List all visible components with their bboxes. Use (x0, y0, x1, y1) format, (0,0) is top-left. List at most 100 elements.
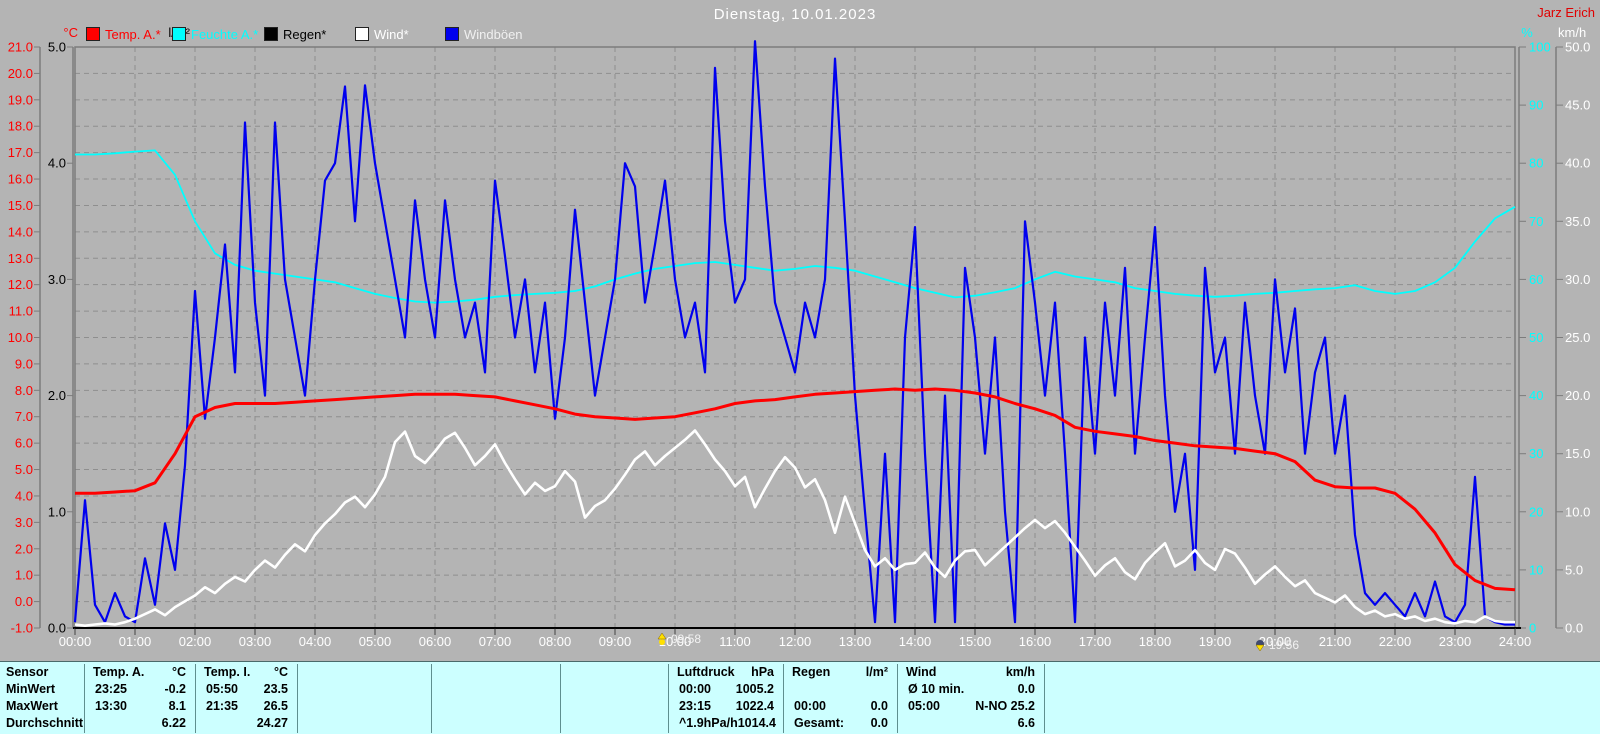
table-row (561, 681, 669, 698)
time-axis-tick-label: 23:00 (1439, 634, 1472, 649)
sun-up-icon (656, 633, 668, 645)
table-column-empty1 (297, 664, 432, 733)
time-axis-tick-label: 12:00 (779, 634, 812, 649)
temp-axis-tick-label: 18.0 (8, 119, 33, 134)
table-cell-value: 0.0 (1018, 681, 1045, 698)
table-row-label: MaxWert (0, 698, 58, 715)
time-axis-tick-label: 02:00 (179, 634, 212, 649)
legend-swatch-gusts (445, 27, 459, 41)
table-cell-value: 0.0 (871, 715, 898, 732)
table-cell-time: 00:00 (669, 681, 711, 698)
wind-axis-tick-label: 30.0 (1565, 272, 1590, 287)
table-cell-time (561, 715, 571, 732)
legend-label-gusts: Windböen (464, 27, 523, 42)
time-axis-tick-label: 14:00 (899, 634, 932, 649)
table-cell-time (298, 698, 308, 715)
table-cell-value: 1014.4 (738, 715, 784, 732)
table-cell-value: 1005.2 (736, 681, 784, 698)
table-row (1045, 715, 1600, 732)
table-cell-value: 6.6 (1018, 715, 1045, 732)
table-column-unit: °C (274, 664, 298, 681)
temp-axis-tick-label: 8.0 (15, 383, 33, 398)
table-row: 6.6 (898, 715, 1045, 732)
wind-axis-tick-label: 20.0 (1565, 388, 1590, 403)
table-cell-time (298, 715, 308, 732)
table-cell-time: 21:35 (196, 698, 238, 715)
humidity-axis-tick-label: 60 (1529, 272, 1543, 287)
legend-item-wind: Wind* (355, 27, 409, 41)
wind-axis-tick-label: 40.0 (1565, 156, 1590, 171)
table-row (1045, 698, 1600, 715)
table-column-regen: Regenl/m²00:000.0Gesamt:0.0 (783, 664, 898, 733)
station-name: Jarz Erich (1537, 5, 1595, 20)
humidity-axis-tick-label: 90 (1529, 98, 1543, 113)
humidity-axis-tick-label: 10 (1529, 562, 1543, 577)
table-column-temp_a: Temp. A.°C23:25-0.213:308.16.22 (84, 664, 196, 733)
time-axis-tick-label: 09:00 (599, 634, 632, 649)
temp-axis-tick-label: 11.0 (9, 304, 33, 319)
table-row: Ø 10 min.0.0 (898, 681, 1045, 698)
table-column-header: Regen (784, 664, 830, 681)
temp-axis-tick-label: 2.0 (15, 541, 33, 556)
table-cell-time (561, 698, 571, 715)
time-axis-tick-label: 00:00 (59, 634, 92, 649)
table-cell-value: 8.1 (169, 698, 196, 715)
stats-table: SensorMinWertMaxWertDurchschnittTemp. A.… (0, 661, 1600, 734)
rain-axis-tick-label: 3.0 (48, 272, 66, 287)
humidity-axis-unit-label: % (1514, 25, 1540, 40)
time-axis-tick-label: 08:00 (539, 634, 572, 649)
temp-axis-tick-label: -1.0 (11, 621, 33, 636)
legend-item-gusts: Windböen (445, 27, 523, 41)
time-axis-tick-label: 05:00 (359, 634, 392, 649)
table-cell-value: -0.2 (164, 681, 196, 698)
table-cell-value: 24.27 (257, 715, 298, 732)
table-cell-time (85, 715, 95, 732)
table-column-header: Temp. A. (85, 664, 144, 681)
time-axis-tick-label: 18:00 (1139, 634, 1172, 649)
temp-axis-tick-label: 9.0 (15, 356, 33, 371)
rain-axis-tick-label: 2.0 (48, 388, 66, 403)
table-cell-time: 05:00 (898, 698, 940, 715)
table-column-luftdruck: LuftdruckhPa00:001005.223:151022.4^1.9hP… (668, 664, 784, 733)
table-cell-time (784, 681, 794, 698)
legend-item-temp_a: Temp. A.* (86, 27, 161, 41)
humidity-axis-tick-label: 50 (1529, 330, 1543, 345)
humidity-axis-tick-label: 100 (1529, 40, 1551, 55)
table-cell-time (432, 715, 442, 732)
legend-swatch-temp_a (86, 27, 100, 41)
table-column-header: Wind (898, 664, 936, 681)
table-column-unit (1591, 664, 1600, 681)
table-cell-time (1045, 698, 1055, 715)
table-cell-value: 6.22 (162, 715, 196, 732)
sun-down-icon (1254, 639, 1266, 651)
table-row: ^1.9hPa/h1014.4 (669, 715, 784, 732)
table-cell-value: 1022.4 (736, 698, 784, 715)
table-row (561, 715, 669, 732)
time-axis-tick-label: 07:00 (479, 634, 512, 649)
table-cell-time (1045, 715, 1055, 732)
rain-axis-tick-label: 1.0 (48, 504, 66, 519)
temp-axis-tick-label: 15.0 (8, 198, 33, 213)
time-marker-morning: 09:58 (656, 632, 701, 646)
wind-axis-tick-label: 35.0 (1565, 214, 1590, 229)
humidity-axis-tick-label: 20 (1529, 504, 1543, 519)
table-row-label: Sensor (0, 664, 48, 681)
humidity-axis-tick-label: 70 (1529, 214, 1543, 229)
temp-axis-tick-label: 16.0 (8, 172, 33, 187)
temp-axis-tick-label: 21.0 (8, 40, 33, 55)
table-column-empty4 (1044, 664, 1600, 733)
rain-axis-tick-label: 5.0 (48, 40, 66, 55)
temp-axis-tick-label: 13.0 (8, 251, 33, 266)
table-row (561, 698, 669, 715)
table-column-wind: Windkm/hØ 10 min.0.005:00N-NO 25.26.6 (897, 664, 1045, 733)
table-cell-time: Gesamt: (784, 715, 844, 732)
table-row: 6.22 (85, 715, 196, 732)
table-column-header (561, 664, 569, 681)
temp-axis-tick-label: 0.0 (15, 594, 33, 609)
table-cell-value: 23.5 (264, 681, 298, 698)
wind-axis-tick-label: 15.0 (1565, 446, 1590, 461)
table-row: 23:25-0.2 (85, 681, 196, 698)
time-axis-tick-label: 11:00 (719, 634, 751, 649)
table-column-header: Temp. I. (196, 664, 250, 681)
temp-axis-tick-label: 10.0 (8, 330, 33, 345)
